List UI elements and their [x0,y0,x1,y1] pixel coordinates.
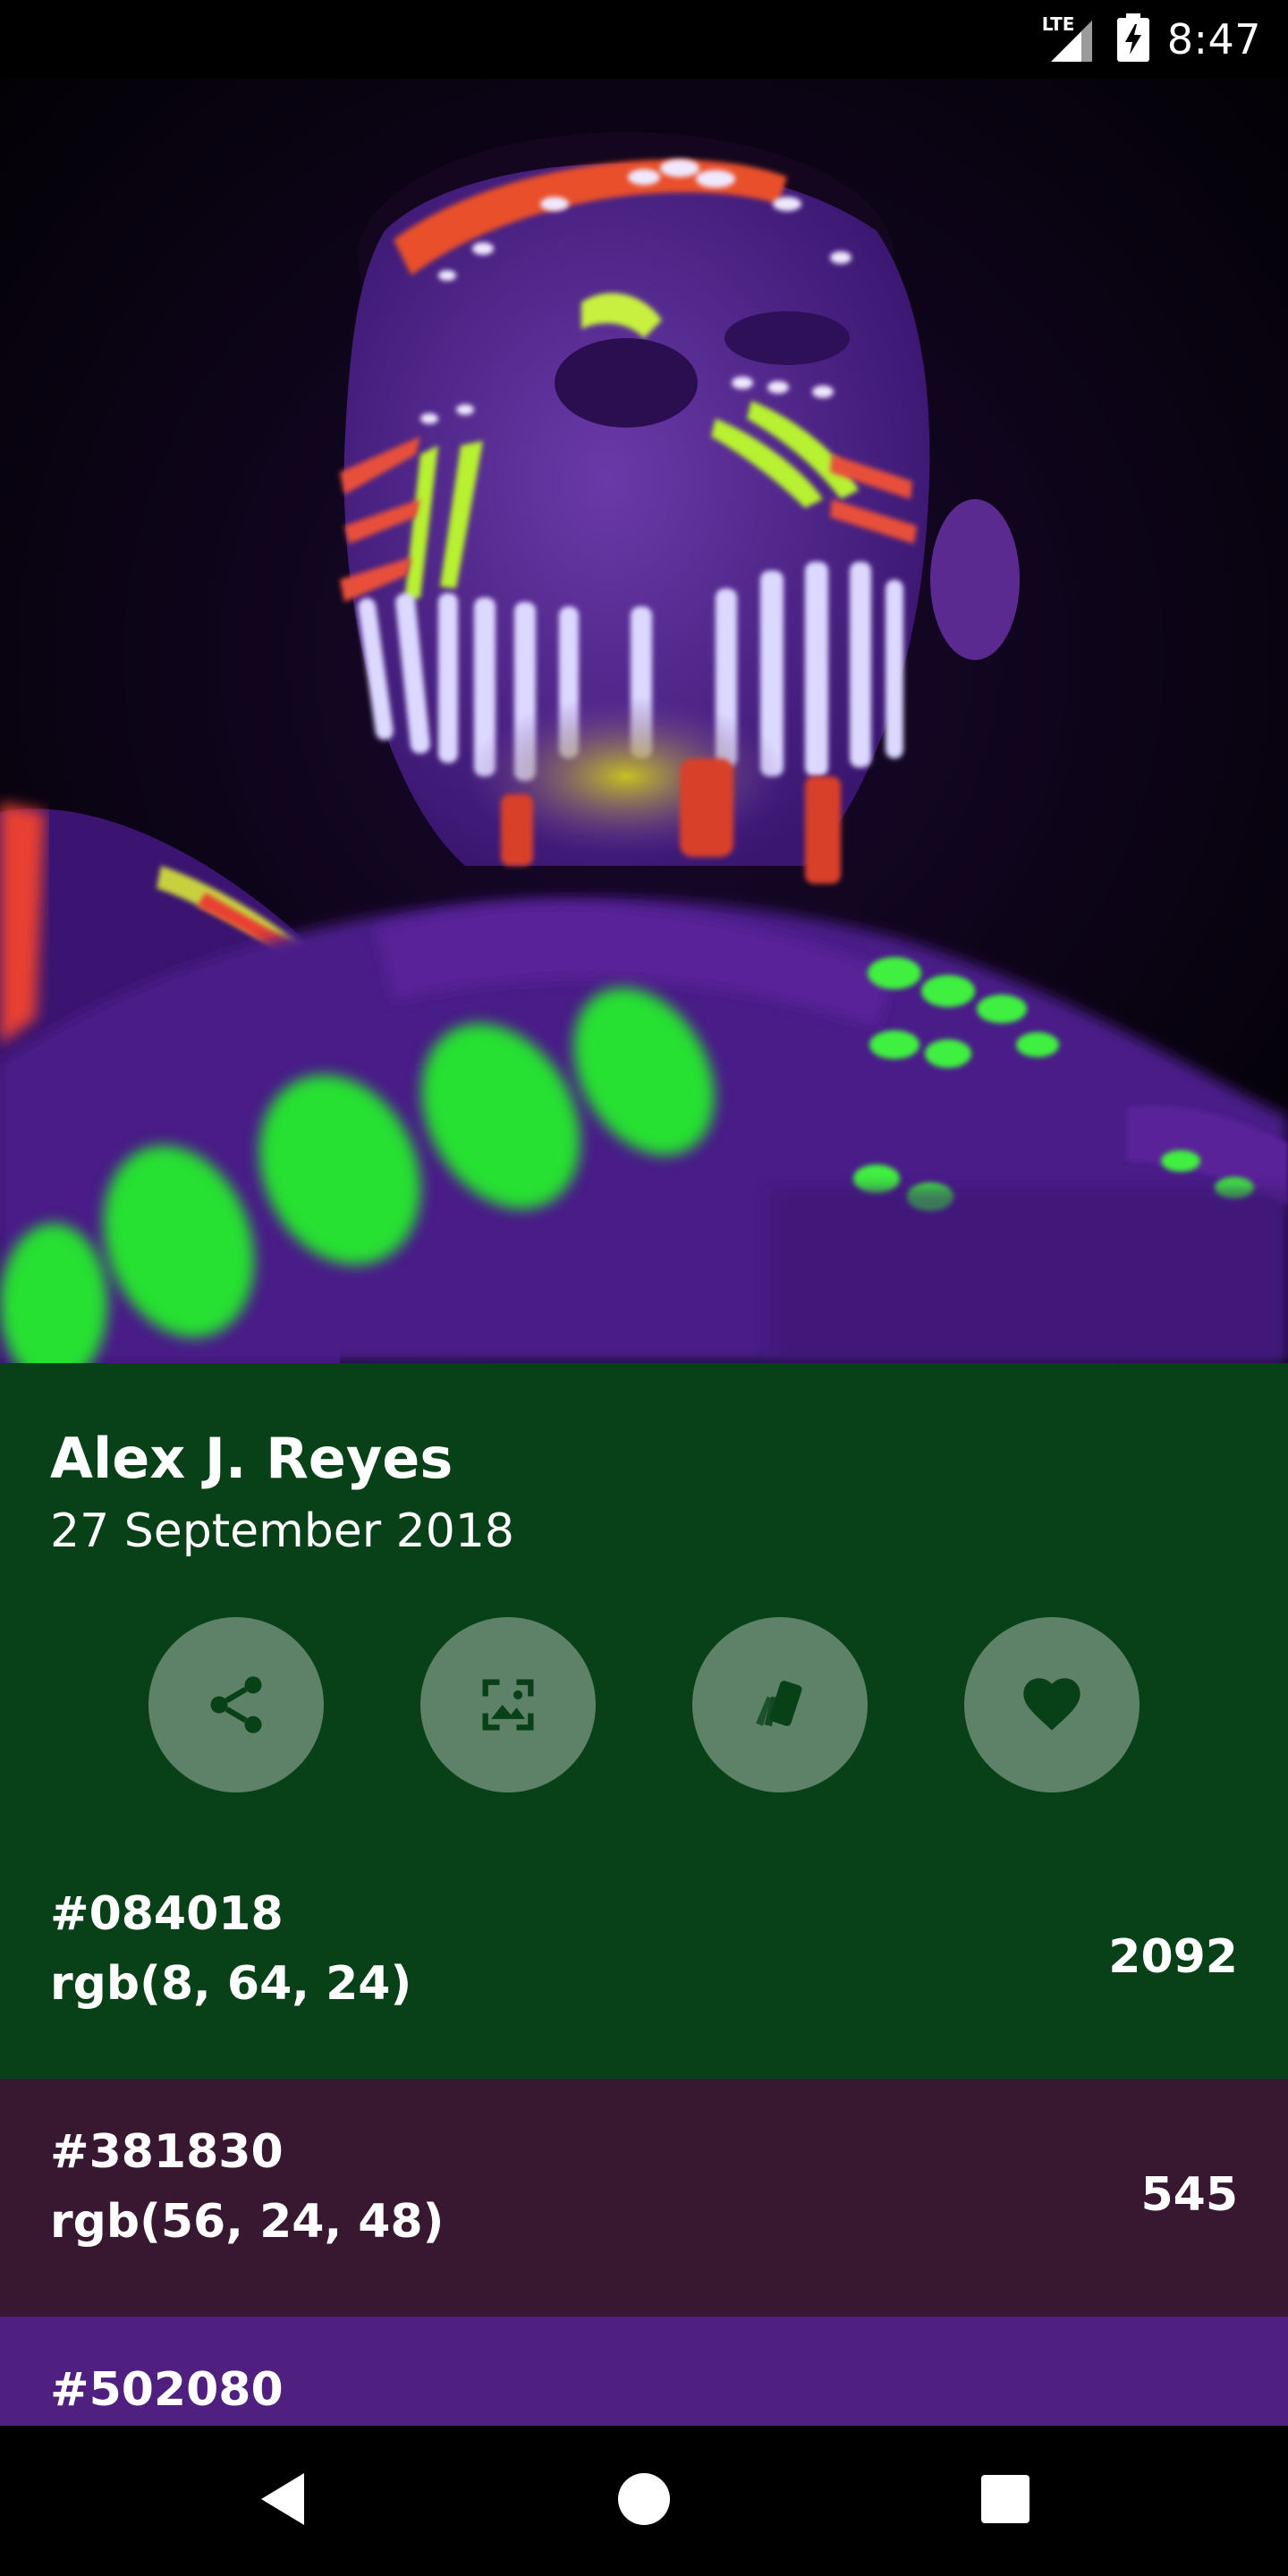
recents-icon [981,2475,1030,2527]
photo-date: 27 September 2018 [50,1504,514,1558]
home-icon [617,2472,671,2529]
status-bar: LTE 8:47 [0,0,1288,79]
color-count: 545 [1140,2168,1238,2222]
back-icon [256,2470,309,2532]
signal-icon: LTE [1041,13,1099,64]
color-count: 2092 [1108,1930,1238,1984]
swatches-icon [746,1671,814,1739]
back-button[interactable] [238,2456,327,2546]
color-rgb: rgb(56, 24, 48) [50,2195,445,2249]
status-icons: LTE 8:47 [1042,0,1261,79]
color-row-1[interactable]: #084018 rgb(8, 64, 24) 2092 [0,1841,1288,2079]
color-hex: #381830 [50,2125,284,2179]
share-icon [202,1671,270,1739]
navigation-bar [0,2426,1288,2576]
clock: 8:47 [1166,15,1261,64]
share-button[interactable] [148,1617,324,1792]
network-type: LTE [1041,13,1075,35]
wallpaper-icon [474,1671,542,1739]
screen: LTE 8:47 Alex J. Reyes 27 September 2018… [0,0,1288,2576]
home-button[interactable] [599,2456,689,2546]
author-name[interactable]: Alex J. Reyes [50,1426,453,1491]
action-buttons [0,1617,1288,1792]
palette-button[interactable] [692,1617,868,1792]
battery-charging-icon [1116,13,1149,65]
color-hex: #084018 [50,1887,284,1941]
recents-button[interactable] [961,2456,1050,2546]
color-hex: #502080 [50,2363,284,2417]
heart-icon [1018,1671,1086,1739]
favorite-button[interactable] [964,1617,1140,1792]
set-wallpaper-button[interactable] [420,1617,596,1792]
color-row-2[interactable]: #381830 rgb(56, 24, 48) 545 [0,2079,1288,2317]
color-rgb: rgb(8, 64, 24) [50,1957,412,2011]
photo[interactable] [0,79,1288,1363]
